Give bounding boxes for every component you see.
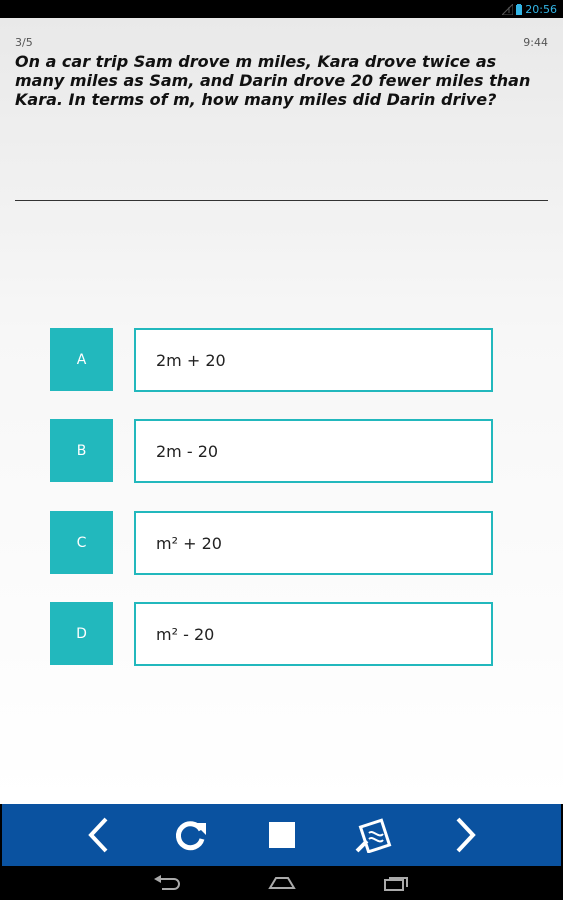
stop-button[interactable] (247, 804, 317, 866)
back-arrow-icon (88, 817, 108, 853)
previous-button[interactable] (64, 804, 134, 866)
forward-arrow-icon (456, 817, 476, 853)
option-answer-box[interactable]: m² - 20 (134, 602, 493, 666)
battery-icon (516, 3, 523, 15)
refresh-icon (175, 821, 206, 851)
next-button[interactable] (430, 804, 500, 866)
question-timer: 9:44 (523, 36, 548, 49)
status-time: 20:56 (525, 2, 557, 16)
signal-icon (502, 3, 514, 15)
option-text: 2m - 20 (156, 441, 219, 461)
system-home-button[interactable] (252, 866, 312, 900)
option-text: m² + 20 (156, 533, 222, 553)
option-answer-box[interactable]: 2m - 20 (134, 419, 493, 483)
system-back-button[interactable] (138, 866, 198, 900)
restart-button[interactable] (155, 804, 225, 866)
option-d[interactable]: D m² - 20 (50, 602, 493, 666)
question-text: On a car trip Sam drove m miles, Kara dr… (15, 52, 531, 109)
back-icon (154, 875, 180, 890)
option-letter[interactable]: D (50, 602, 113, 665)
option-b[interactable]: B 2m - 20 (50, 419, 493, 483)
option-answer-box[interactable]: 2m + 20 (134, 328, 493, 392)
system-recent-apps-button[interactable] (366, 866, 426, 900)
notes-icon (355, 818, 392, 853)
notes-button[interactable] (340, 804, 410, 866)
bottom-toolbar (2, 804, 561, 866)
status-bar: 20:56 (0, 0, 563, 18)
option-text: 2m + 20 (156, 350, 226, 370)
option-a[interactable]: A 2m + 20 (50, 328, 493, 392)
option-text: m² - 20 (156, 624, 215, 644)
option-letter[interactable]: B (50, 419, 113, 482)
question-meta: 3/5 9:44 (15, 36, 548, 50)
option-letter[interactable]: A (50, 328, 113, 391)
option-answer-box[interactable]: m² + 20 (134, 511, 493, 575)
stop-icon (269, 822, 295, 848)
question-counter: 3/5 (15, 36, 33, 49)
system-nav-bar (0, 866, 563, 900)
option-letter[interactable]: C (50, 511, 113, 574)
quiz-screen: 3/5 9:44 On a car trip Sam drove m miles… (0, 18, 563, 804)
home-icon (268, 877, 296, 889)
status-icons: 20:56 (502, 2, 557, 16)
divider (15, 200, 548, 201)
option-c[interactable]: C m² + 20 (50, 511, 493, 575)
recent-apps-icon (384, 877, 408, 891)
